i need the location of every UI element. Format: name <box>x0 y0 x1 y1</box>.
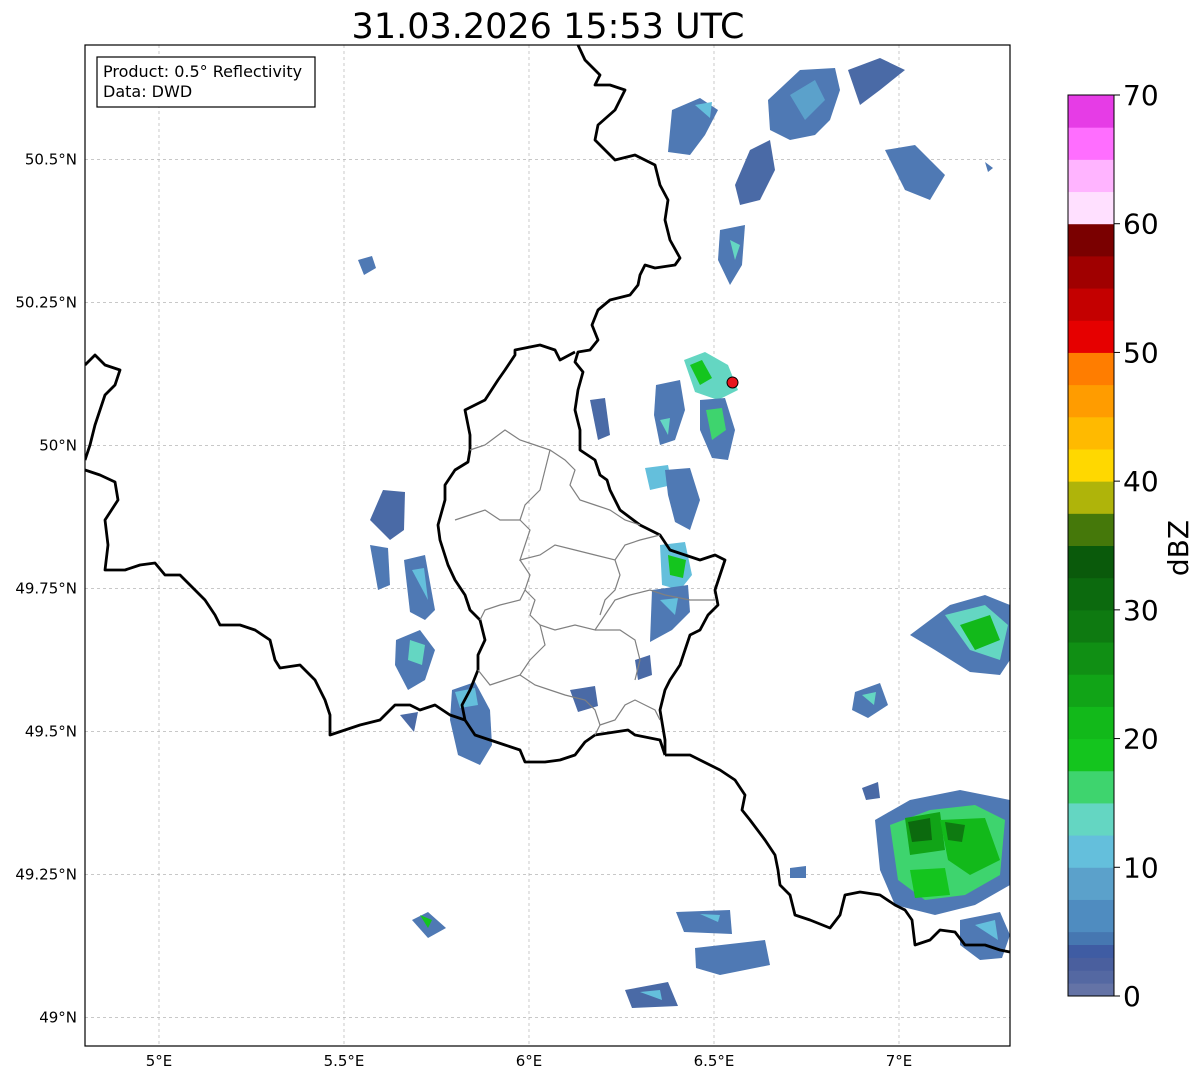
colorbar-segment <box>1068 191 1114 225</box>
y-tick-label: 49.75°N <box>15 579 77 597</box>
colorbar-segment <box>1068 674 1114 707</box>
info-product: Product: 0.5° Reflectivity <box>103 62 302 81</box>
y-tick-label: 50°N <box>39 436 77 454</box>
colorbar-segment <box>1068 957 1114 971</box>
colorbar-segment <box>1068 944 1114 958</box>
colorbar-tick-label: 30 <box>1123 594 1159 627</box>
colorbar-segment <box>1068 127 1114 160</box>
colorbar-segment <box>1068 545 1114 579</box>
colorbar-tick-label: 50 <box>1123 336 1159 369</box>
colorbar-ticks: 0 10 20 30 40 50 60 70 <box>1114 79 1159 1013</box>
colorbar-tick-label: 70 <box>1123 79 1159 112</box>
colorbar-segment <box>1068 577 1114 611</box>
y-tick-label: 50.25°N <box>15 293 77 311</box>
y-axis-ticks: 50.5°N 50.25°N 50°N 49.75°N 49.5°N 49.25°N 49°… <box>15 150 77 1026</box>
x-tick-label: 6°E <box>516 1052 543 1070</box>
colorbar-segment <box>1068 223 1114 257</box>
colorbar-segment <box>1068 416 1114 450</box>
colorbar-segment <box>1068 899 1114 933</box>
colorbar-segment <box>1068 970 1114 984</box>
colorbar-segment <box>1068 931 1114 946</box>
colorbar-tick-label: 20 <box>1123 723 1159 756</box>
colorbar-label: dBZ <box>1162 520 1195 576</box>
map-title: 31.03.2026 15:53 UTC <box>352 7 745 47</box>
x-tick-label: 5.5°E <box>324 1052 365 1070</box>
x-tick-label: 7°E <box>886 1052 913 1070</box>
colorbar-segment <box>1068 642 1114 675</box>
colorbar-tick-label: 0 <box>1123 980 1141 1013</box>
colorbar: 0 10 20 30 40 50 60 70 dBZ <box>1067 79 1195 1013</box>
y-tick-label: 49.25°N <box>15 865 77 883</box>
colorbar-segment <box>1068 738 1114 772</box>
map-panel: Product: 0.5° Reflectivity Data: DWD <box>84 44 1011 1047</box>
colorbar-segment <box>1068 609 1114 643</box>
colorbar-segment <box>1068 159 1114 193</box>
colorbar-tick-label: 10 <box>1123 851 1159 884</box>
colorbar-segment <box>1068 384 1114 418</box>
colorbar-segment <box>1068 706 1114 740</box>
colorbar-segment <box>1068 770 1114 804</box>
colorbar-segment <box>1068 95 1114 128</box>
colorbar-segment <box>1068 513 1114 546</box>
radar-site-marker <box>726 376 739 389</box>
colorbar-segment <box>1068 481 1114 514</box>
y-tick-label: 49.5°N <box>25 722 77 740</box>
colorbar-tick-label: 40 <box>1123 465 1159 498</box>
colorbar-segment <box>1068 983 1114 997</box>
y-tick-label: 50.5°N <box>25 150 77 168</box>
map-background <box>85 45 1010 1046</box>
info-data-source: Data: DWD <box>103 82 192 101</box>
colorbar-segment <box>1068 448 1114 482</box>
colorbar-blocks <box>1068 95 1114 997</box>
radar-figure: 31.03.2026 15:53 UTC Product: 0.5° Refle… <box>15 7 1195 1070</box>
colorbar-segment <box>1068 867 1114 900</box>
colorbar-tick-label: 60 <box>1123 208 1159 241</box>
colorbar-segment <box>1068 802 1114 836</box>
x-tick-label: 5°E <box>146 1052 173 1070</box>
colorbar-segment <box>1068 320 1114 353</box>
info-box: Product: 0.5° Reflectivity Data: DWD <box>96 56 316 108</box>
colorbar-segment <box>1068 288 1114 321</box>
colorbar-segment <box>1068 255 1114 289</box>
colorbar-segment <box>1068 352 1114 386</box>
y-tick-label: 49°N <box>39 1008 77 1026</box>
x-axis-ticks: 5°E 5.5°E 6°E 6.5°E 7°E <box>146 1052 913 1070</box>
colorbar-segment <box>1068 835 1114 868</box>
x-tick-label: 6.5°E <box>694 1052 735 1070</box>
